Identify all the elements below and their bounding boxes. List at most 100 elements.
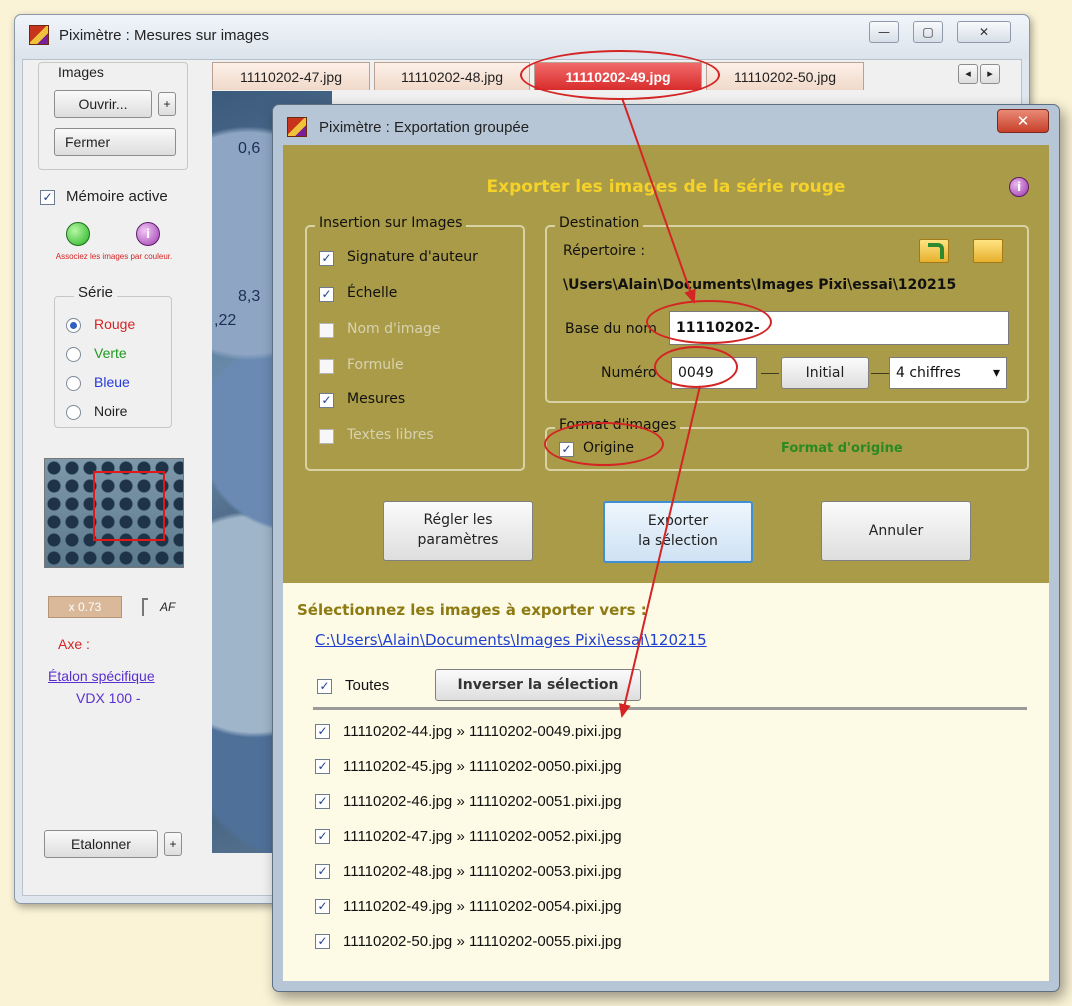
annotation-ellipse-base-name [646,300,772,344]
number-connector [761,373,779,374]
settings-button-line1: Régler les [423,512,493,528]
folder-icon[interactable] [973,239,1003,263]
file-mapping: 11110202-47.jpg » 11110202-0052.pixi.jpg [343,828,622,845]
cancel-button[interactable]: Annuler [821,501,971,561]
calibration-link[interactable]: Étalon spécifique [48,668,155,684]
info-icon[interactable]: i [136,222,160,246]
origin-format-text: Format d'origine [781,441,903,456]
free-texts-checkbox[interactable] [319,429,334,444]
formula-label: Formule [347,357,404,373]
open-button[interactable]: Ouvrir... [54,90,152,118]
series-blue-label: Bleue [94,374,130,390]
initial-connector [871,373,889,374]
memory-active-checkbox[interactable]: ✓ [40,190,55,205]
file-checkbox[interactable]: ✓ [315,759,330,774]
signature-label: Signature d'auteur [347,249,478,265]
file-mapping: 11110202-50.jpg » 11110202-0055.pixi.jpg [343,933,622,950]
calibration-value: VDX 100 - [76,690,141,706]
export-button-line1: Exporter [647,513,709,529]
select-all-label: Toutes [345,677,390,694]
thumbnail-selection-box[interactable] [93,471,165,541]
separator [313,707,1027,710]
tab-image-50[interactable]: 11110202-50.jpg [706,62,864,90]
file-mapping: 11110202-45.jpg » 11110202-0050.pixi.jpg [343,758,622,775]
file-checkbox[interactable]: ✓ [315,829,330,844]
initial-button[interactable]: Initial [781,357,869,389]
insertion-group-legend: Insertion sur Images [315,215,467,231]
file-mapping: 11110202-48.jpg » 11110202-0053.pixi.jpg [343,863,622,880]
directory-label: Répertoire : [563,243,646,259]
invert-selection-button[interactable]: Inverser la sélection [435,669,641,701]
minimize-button[interactable]: — [869,21,899,43]
file-checkbox[interactable]: ✓ [315,864,330,879]
dialog-close-button[interactable]: ✕ [997,109,1049,133]
overlay-measure-1: 0,6 [238,140,261,157]
maximize-button[interactable]: ▢ [913,21,943,43]
file-checkbox[interactable]: ✓ [315,934,330,949]
settings-button[interactable]: Régler les paramètres [383,501,533,561]
axis-label: Axe : [58,636,90,652]
tab-scroll-left-button[interactable]: ◂ [958,64,978,84]
dialog-title: Piximètre : Exportation groupée [319,119,530,136]
export-selection-button[interactable]: Exporter la sélection [603,501,753,563]
digits-select[interactable]: 4 chiffres ▾ [889,357,1007,389]
file-mapping: 11110202-49.jpg » 11110202-0054.pixi.jpg [343,898,622,915]
annotation-ellipse-origin [544,422,664,466]
select-prompt: Sélectionnez les images à exporter vers … [297,601,647,619]
dialog-app-icon [287,117,307,137]
series-red-label: Rouge [94,316,136,332]
file-mapping: 11110202-46.jpg » 11110202-0051.pixi.jpg [343,793,622,810]
associate-note: Associez les images par couleur. [55,252,173,261]
app-icon [29,25,49,45]
measures-label: Mesures [347,391,406,407]
close-images-button[interactable]: Fermer [54,128,176,156]
annotation-ellipse-tab [520,50,720,100]
scale-label: Échelle [347,285,398,301]
measures-checkbox[interactable]: ✓ [319,393,334,408]
export-dialog: Piximètre : Exportation groupée ✕ Export… [272,104,1060,992]
digits-select-value: 4 chiffres [896,365,961,381]
tab-image-47[interactable]: 11110202-47.jpg [212,62,370,90]
file-checkbox[interactable]: ✓ [315,899,330,914]
calibrate-plus-button[interactable]: + [164,832,182,856]
chevron-down-icon: ▾ [992,365,1000,381]
annotation-ellipse-number [654,346,738,388]
select-all-checkbox[interactable]: ✓ [317,679,332,694]
series-group-label: Série [74,284,118,301]
series-red-radio[interactable] [66,318,81,333]
series-black-radio[interactable] [66,405,81,420]
directory-path: \Users\Alain\Documents\Images Pixi\essai… [563,277,957,293]
tab-scroll-right-button[interactable]: ▸ [980,64,1000,84]
series-green-radio[interactable] [66,347,81,362]
zoom-value: x 0.73 [48,596,122,618]
open-plus-button[interactable]: + [158,92,176,116]
close-button[interactable]: ✕ [957,21,1011,43]
series-green-label: Verte [94,345,127,361]
green-dot-icon[interactable] [66,222,90,246]
export-path-link[interactable]: C:\Users\Alain\Documents\Images Pixi\ess… [315,631,707,649]
file-mapping: 11110202-44.jpg » 11110202-0049.pixi.jpg [343,723,622,740]
free-texts-label: Textes libres [347,427,434,443]
image-thumbnail[interactable] [44,458,184,568]
series-blue-radio[interactable] [66,376,81,391]
base-name-label: Base du nom [565,321,657,337]
image-name-label: Nom d'image [347,321,441,337]
parent-folder-icon[interactable] [919,239,949,263]
formula-checkbox[interactable] [319,359,334,374]
main-titlebar: Piximètre : Mesures sur images — ▢ ✕ [15,15,1029,59]
dialog-file-panel: Sélectionnez les images à exporter vers … [283,583,1049,981]
image-name-checkbox[interactable] [319,323,334,338]
scale-checkbox[interactable]: ✓ [319,287,334,302]
overlay-measure-3: ,22 [214,312,237,329]
tab-image-48[interactable]: 11110202-48.jpg [374,62,530,90]
series-black-label: Noire [94,403,128,419]
af-checkbox[interactable] [142,598,148,616]
dialog-heading: Exporter les images de la série rouge [486,177,846,197]
file-checkbox[interactable]: ✓ [315,794,330,809]
dialog-info-icon[interactable]: i [1009,177,1029,197]
number-label: Numéro [601,365,657,381]
main-window-title: Piximètre : Mesures sur images [59,27,270,44]
calibrate-button[interactable]: Etalonner [44,830,158,858]
file-checkbox[interactable]: ✓ [315,724,330,739]
signature-checkbox[interactable]: ✓ [319,251,334,266]
